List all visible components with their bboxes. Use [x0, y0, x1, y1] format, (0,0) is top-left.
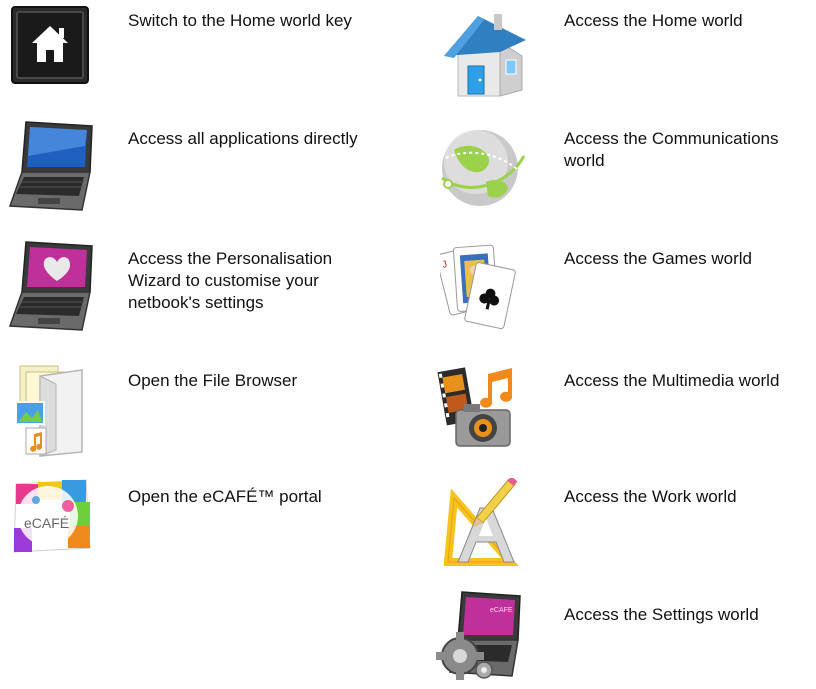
personalisation-label: Access the Personalisation Wizard to cus… — [128, 249, 333, 312]
ecafe-logo-text: eCAFÉ — [24, 515, 69, 531]
file-browser-label: Open the File Browser — [128, 371, 298, 390]
work-tools-icon — [440, 478, 522, 570]
laptop-icon — [6, 116, 98, 214]
settings-laptop-icon: eCAFE — [436, 586, 524, 684]
games-label: Access the Games world — [564, 249, 753, 268]
multimedia-icon — [434, 360, 526, 452]
communications-label: Access the Communications world — [564, 129, 779, 170]
laptop-heart-icon — [6, 236, 98, 334]
file-browser-icon — [12, 362, 90, 458]
globe-icon — [436, 122, 528, 214]
settings-label: Access the Settings world — [564, 605, 759, 624]
ecafe-icon: eCAFÉ — [8, 476, 94, 556]
home-key-label: Switch to the Home world key — [128, 11, 352, 30]
ecafe-label: Open the eCAFÉ™ portal — [128, 487, 322, 506]
multimedia-label: Access the Multimedia world — [564, 371, 780, 390]
work-label: Access the Work world — [564, 487, 737, 506]
house-icon — [438, 6, 528, 100]
svg-text:eCAFE: eCAFE — [490, 607, 513, 614]
all-apps-label: Access all applications directly — [128, 129, 358, 148]
home-key-icon — [11, 6, 89, 84]
playing-cards-icon: J — [440, 240, 516, 332]
home-world-label: Access the Home world — [564, 11, 743, 30]
